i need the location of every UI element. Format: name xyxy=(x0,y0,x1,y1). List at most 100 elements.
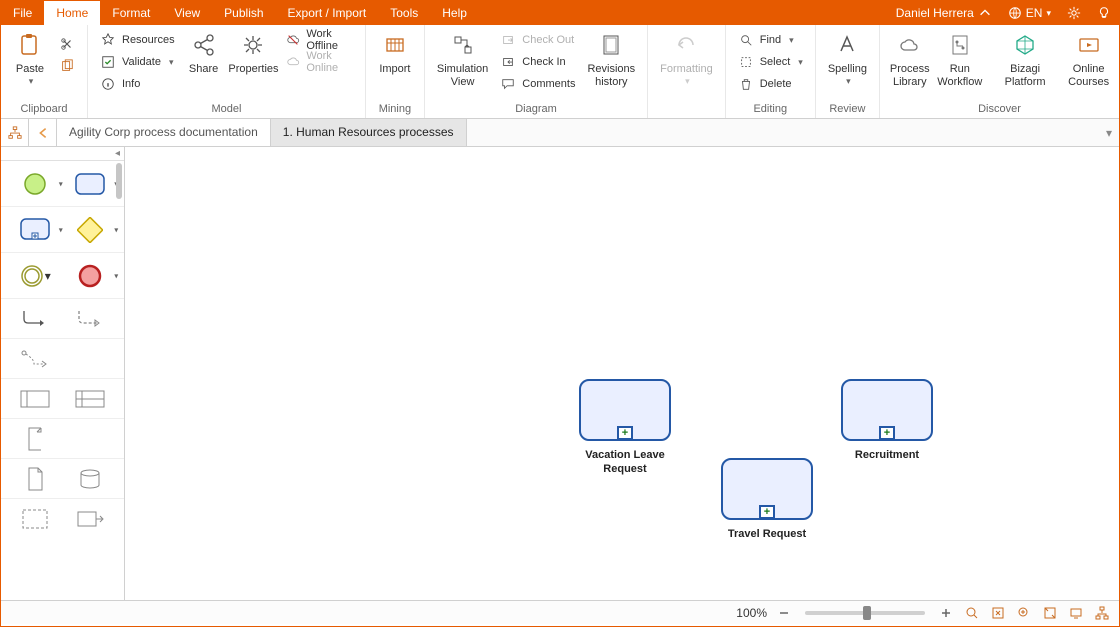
online-courses-label: Online Courses xyxy=(1068,63,1109,88)
pal-sequence-flow[interactable] xyxy=(15,302,55,336)
online-courses-button[interactable]: Online Courses xyxy=(1064,27,1113,88)
info-button[interactable]: Info xyxy=(94,73,181,95)
node-travel-request[interactable]: + xyxy=(721,458,813,520)
hint-bulb[interactable] xyxy=(1089,1,1119,25)
globe-icon xyxy=(1008,6,1022,20)
presentation-button[interactable] xyxy=(1067,604,1085,622)
simulation-view-button[interactable]: Simulation View xyxy=(431,27,494,88)
spelling-button[interactable]: Spelling ▾ xyxy=(822,27,873,86)
pal-task[interactable]: ▾ xyxy=(70,167,110,201)
pal-gateway[interactable]: ▾ xyxy=(70,213,110,247)
node-label-vacation-leave-request: Vacation Leave Request xyxy=(555,449,695,477)
settings-gear[interactable] xyxy=(1059,1,1089,25)
ribbon: Paste ▾ Clipboard Resources xyxy=(1,25,1119,119)
find-button[interactable]: Find▾ xyxy=(732,29,809,51)
shape-palette: ◂ ▾ ▾ ▾ ▾ ▾ ▾ xyxy=(1,147,125,600)
run-workflow-button[interactable]: Run Workflow xyxy=(934,27,986,88)
bizagi-platform-icon xyxy=(1011,31,1039,59)
copy-icon xyxy=(59,58,75,74)
work-online-button: Work Online xyxy=(280,51,359,73)
select-label: Select xyxy=(760,56,791,68)
comments-button[interactable]: Comments xyxy=(494,73,581,95)
menu-help[interactable]: Help xyxy=(430,1,479,25)
zoom-slider-thumb[interactable] xyxy=(863,606,871,620)
palette-scroll-thumb[interactable] xyxy=(116,163,122,199)
node-label-recruitment: Recruitment xyxy=(817,449,957,463)
pal-milestone[interactable] xyxy=(70,502,110,536)
fullscreen-button[interactable] xyxy=(1041,604,1059,622)
properties-button[interactable]: Properties xyxy=(227,27,281,76)
check-in-button[interactable]: Check In xyxy=(494,51,581,73)
copy-button[interactable] xyxy=(53,55,81,77)
tab-agility-corp[interactable]: Agility Corp process documentation xyxy=(57,119,271,146)
tab-hr-processes[interactable]: 1. Human Resources processes xyxy=(271,119,467,146)
delete-button[interactable]: Delete xyxy=(732,73,809,95)
tab-process-map-icon[interactable] xyxy=(1,119,29,146)
pal-text-annotation[interactable] xyxy=(15,422,55,456)
validate-button[interactable]: Validate▾ xyxy=(94,51,181,73)
formatting-group-label xyxy=(654,113,719,118)
select-button[interactable]: Select▾ xyxy=(732,51,809,73)
menu-publish[interactable]: Publish xyxy=(212,1,275,25)
node-recruitment[interactable]: + xyxy=(841,379,933,441)
share-icon xyxy=(190,31,218,59)
clipboard-group-label: Clipboard xyxy=(7,101,81,118)
language-selector[interactable]: EN ▾ xyxy=(1000,1,1059,25)
formatting-icon xyxy=(672,31,700,59)
simulation-view-label: Simulation View xyxy=(437,63,488,88)
check-in-label: Check In xyxy=(522,56,565,68)
menu-export-import[interactable]: Export / Import xyxy=(276,1,379,25)
work-offline-button[interactable]: Work Offline xyxy=(280,29,359,51)
pal-start-event[interactable]: ▾ xyxy=(15,167,55,201)
node-vacation-leave-request[interactable]: + xyxy=(579,379,671,441)
pal-intermediate-event[interactable]: ▾ xyxy=(15,259,55,293)
user-name[interactable]: Daniel Herrera xyxy=(888,1,1000,25)
palette-collapse[interactable]: ◂ xyxy=(1,147,124,161)
diagram-canvas[interactable]: + Vacation Leave Request + Travel Reques… xyxy=(125,147,1119,600)
ribbon-group-model: Resources Validate▾ Info Share Propertie… xyxy=(88,25,366,118)
pal-pool[interactable] xyxy=(15,382,55,416)
menu-format[interactable]: Format xyxy=(100,1,162,25)
tab-back-button[interactable] xyxy=(29,119,57,146)
menu-home[interactable]: Home xyxy=(44,1,100,25)
menu-tools[interactable]: Tools xyxy=(378,1,430,25)
find-label: Find xyxy=(760,34,781,46)
zoom-100-button[interactable] xyxy=(1015,604,1033,622)
find-icon xyxy=(738,32,754,48)
menu-bar: File Home Format View Publish Export / I… xyxy=(1,1,1119,25)
share-button[interactable]: Share xyxy=(181,27,227,76)
resources-button[interactable]: Resources xyxy=(94,29,181,51)
pal-association[interactable] xyxy=(15,342,55,376)
revisions-history-label: Revisions history xyxy=(587,63,635,88)
import-button[interactable]: Import xyxy=(372,27,418,76)
revisions-history-button[interactable]: Revisions history xyxy=(581,27,641,88)
cut-button[interactable] xyxy=(53,33,81,55)
zoom-out-button[interactable] xyxy=(775,604,793,622)
bizagi-platform-button[interactable]: Bizagi Platform xyxy=(986,27,1064,88)
info-label: Info xyxy=(122,78,140,90)
process-map-view-button[interactable] xyxy=(1093,604,1111,622)
pal-end-event[interactable]: ▾ xyxy=(70,259,110,293)
ribbon-group-formatting: Formatting ▾ xyxy=(648,25,726,118)
pal-subprocess[interactable]: ▾ xyxy=(15,213,55,247)
fit-page-button[interactable] xyxy=(989,604,1007,622)
menu-file[interactable]: File xyxy=(1,1,44,25)
zoom-in-button[interactable] xyxy=(937,604,955,622)
pal-data-store[interactable] xyxy=(70,462,110,496)
pal-message-flow[interactable] xyxy=(70,302,110,336)
zoom-slider[interactable] xyxy=(805,611,925,615)
process-library-button[interactable]: Process Library xyxy=(886,27,934,88)
menu-view[interactable]: View xyxy=(162,1,212,25)
language-label: EN xyxy=(1026,1,1043,25)
zoom-fit-button[interactable] xyxy=(963,604,981,622)
tabs-overflow[interactable]: ▾ xyxy=(1099,119,1119,146)
cloud-offline-icon xyxy=(286,32,300,48)
pal-group[interactable] xyxy=(15,502,55,536)
select-icon xyxy=(738,54,754,70)
pal-data-object[interactable] xyxy=(15,462,55,496)
pal-lane[interactable] xyxy=(70,382,110,416)
validate-label: Validate xyxy=(122,56,161,68)
comments-icon xyxy=(500,76,516,92)
paste-button[interactable]: Paste ▾ xyxy=(7,27,53,86)
cloud-library-icon xyxy=(896,31,924,59)
